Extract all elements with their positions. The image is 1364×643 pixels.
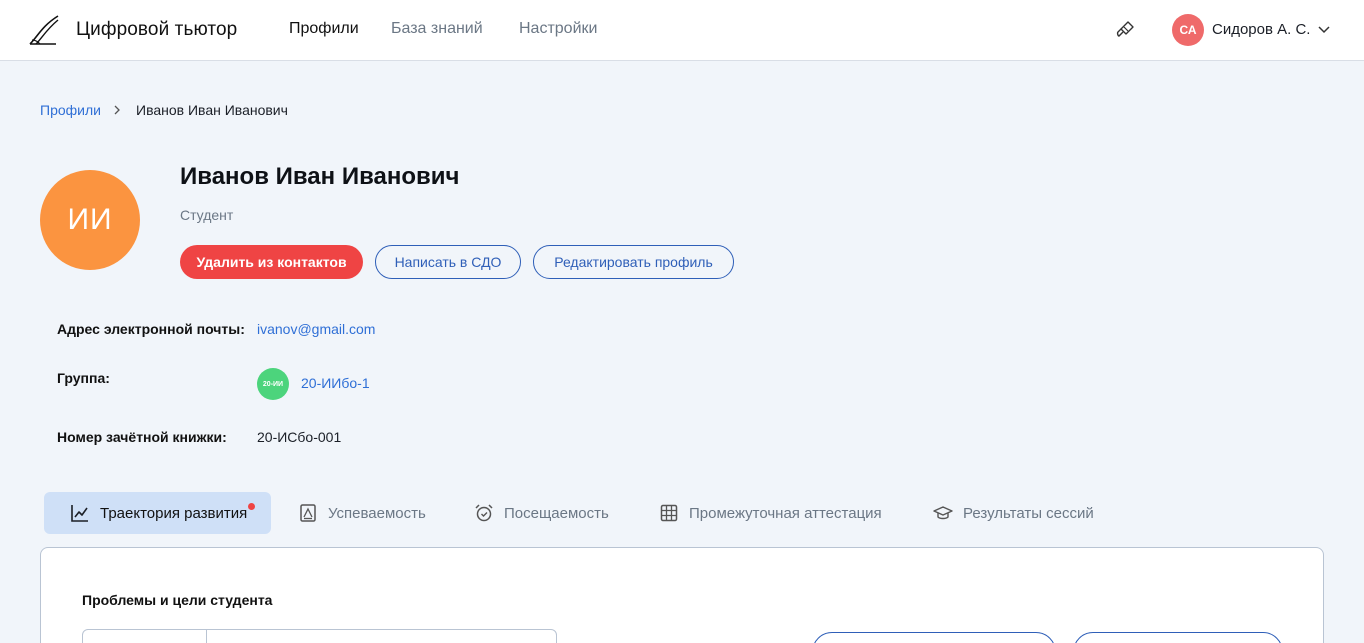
trajectory-card: Проблемы и цели студента	[40, 547, 1324, 643]
quill-logo-icon	[29, 15, 59, 45]
filter-field[interactable]	[82, 629, 557, 643]
document-icon	[300, 504, 316, 522]
field-divider	[206, 630, 207, 643]
tab-attendance[interactable]: Посещаемость	[474, 492, 609, 534]
delete-contact-button[interactable]: Удалить из контактов	[180, 245, 363, 279]
breadcrumb-profiles-link[interactable]: Профили	[40, 102, 101, 118]
top-bar: Цифровой тьютор Профили База знаний Наст…	[0, 0, 1364, 61]
tab-label: Посещаемость	[504, 504, 609, 522]
tab-session-results[interactable]: Результаты сессий	[933, 492, 1094, 534]
write-sdo-button[interactable]: Написать в СДО	[375, 245, 521, 279]
tab-label: Промежуточная аттестация	[689, 504, 882, 522]
group-label: Группа:	[57, 370, 110, 386]
action-pill-button[interactable]	[812, 632, 1056, 643]
email-link[interactable]: ivanov@gmail.com	[257, 321, 375, 337]
chevron-down-icon[interactable]	[1318, 24, 1330, 34]
notification-dot	[248, 503, 255, 510]
app-logo[interactable]: Цифровой тьютор	[28, 14, 237, 46]
tab-trajectory[interactable]: Траектория развития	[44, 492, 271, 534]
profile-avatar: ИИ	[40, 170, 140, 270]
tab-performance[interactable]: Успеваемость	[298, 492, 426, 534]
user-avatar[interactable]: СА	[1172, 14, 1204, 46]
action-pill-button[interactable]	[1073, 632, 1283, 643]
user-name[interactable]: Сидоров А. С.	[1212, 21, 1310, 38]
group-badge: 20-ИИ	[257, 368, 289, 400]
nav-knowledge-base[interactable]: База знаний	[391, 20, 483, 38]
nav-profiles[interactable]: Профили	[289, 20, 359, 38]
tab-label: Результаты сессий	[963, 504, 1094, 522]
email-label: Адрес электронной почты:	[57, 321, 245, 337]
graduation-cap-icon	[933, 506, 953, 520]
section-title: Проблемы и цели студента	[82, 592, 273, 608]
table-icon	[660, 504, 678, 522]
brush-icon[interactable]	[1115, 20, 1135, 40]
breadcrumb-current: Иванов Иван Иванович	[136, 102, 288, 118]
app-title: Цифровой тьютор	[76, 19, 238, 40]
record-book-label: Номер зачётной книжки:	[57, 429, 227, 445]
chevron-right-icon	[114, 105, 120, 115]
profile-role: Студент	[180, 207, 234, 223]
group-link[interactable]: 20-ИИбо-1	[301, 375, 370, 391]
record-book-value: 20-ИСбо-001	[257, 429, 342, 445]
edit-profile-button[interactable]: Редактировать профиль	[533, 245, 734, 279]
profile-name: Иванов Иван Иванович	[180, 163, 460, 190]
chart-line-icon	[71, 505, 88, 522]
tab-intermediate-attestation[interactable]: Промежуточная аттестация	[659, 492, 882, 534]
alarm-clock-icon	[475, 504, 493, 522]
tab-label: Успеваемость	[328, 504, 426, 522]
tab-label: Траектория развития	[100, 504, 248, 522]
nav-settings[interactable]: Настройки	[519, 20, 597, 38]
